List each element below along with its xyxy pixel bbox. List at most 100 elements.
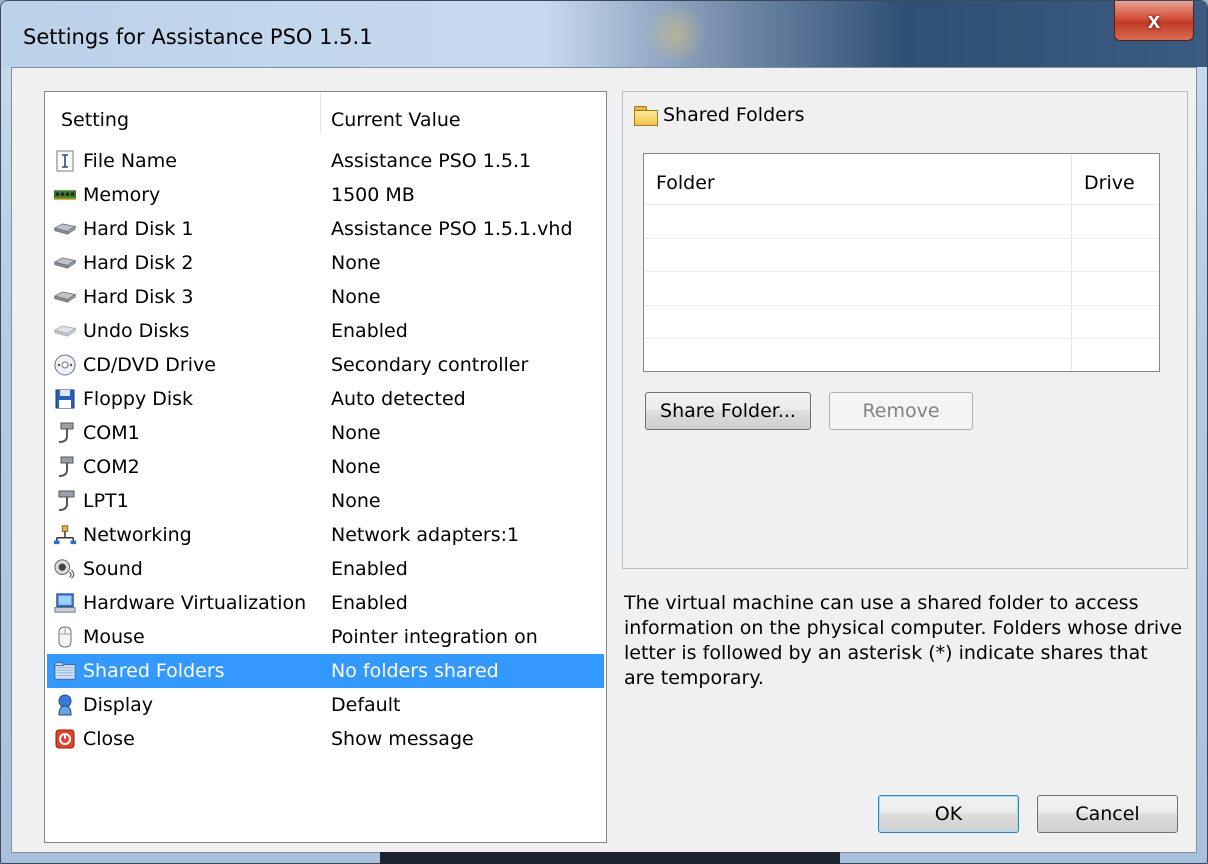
- dialog-client-area: Setting Current Value File Name Assistan…: [11, 67, 1197, 853]
- setting-value: None: [331, 252, 381, 274]
- undo-disks-icon: [54, 320, 76, 342]
- setting-label: Mouse: [83, 626, 145, 648]
- close-icon: x: [1147, 7, 1161, 33]
- setting-label: COM1: [83, 422, 140, 444]
- setting-label: Close: [83, 728, 135, 750]
- setting-value: None: [331, 456, 381, 478]
- settings-row-undo-disks[interactable]: Undo Disks Enabled: [47, 314, 604, 348]
- shared-folders-table[interactable]: Folder Drive: [643, 153, 1160, 372]
- settings-list-header: Setting Current Value: [45, 92, 606, 134]
- settings-row-mouse[interactable]: Mouse Pointer integration on: [47, 620, 604, 654]
- settings-row-lpt1[interactable]: LPT1 None: [47, 484, 604, 518]
- setting-value: Enabled: [331, 320, 408, 342]
- group-header: Shared Folders: [633, 104, 805, 126]
- hard-disk-icon: [54, 218, 76, 240]
- settings-row-com2[interactable]: COM2 None: [47, 450, 604, 484]
- setting-label: CD/DVD Drive: [83, 354, 216, 376]
- table-row: [644, 271, 1159, 272]
- setting-value: Show message: [331, 728, 474, 750]
- setting-label: LPT1: [83, 490, 129, 512]
- mouse-icon: [54, 626, 76, 648]
- hardware-virtualization-icon: [54, 592, 76, 614]
- close-button[interactable]: x: [1114, 1, 1194, 41]
- column-header-current-value[interactable]: Current Value: [331, 109, 461, 131]
- setting-value: 1500 MB: [331, 184, 415, 206]
- window-title: Settings for Assistance PSO 1.5.1: [23, 25, 373, 49]
- setting-value: Auto detected: [331, 388, 466, 410]
- hard-disk-icon: [54, 286, 76, 308]
- column-header-setting[interactable]: Setting: [61, 109, 129, 131]
- shared-folders-table-header: Folder Drive: [644, 154, 1159, 204]
- settings-row-hardware-virtualization[interactable]: Hardware Virtualization Enabled: [47, 586, 604, 620]
- folder-icon: [633, 105, 659, 126]
- setting-label: COM2: [83, 456, 140, 478]
- cd-dvd-icon: [54, 354, 76, 376]
- title-bar[interactable]: Settings for Assistance PSO 1.5.1 x: [1, 1, 1207, 67]
- title-bar-background-glow: [641, 7, 711, 61]
- group-title: Shared Folders: [663, 104, 805, 126]
- remove-button[interactable]: Remove: [829, 392, 973, 430]
- setting-label: Hard Disk 1: [83, 218, 194, 240]
- setting-label: File Name: [83, 150, 177, 172]
- setting-value: None: [331, 286, 381, 308]
- file-name-icon: [54, 150, 76, 172]
- settings-row-com1[interactable]: COM1 None: [47, 416, 604, 450]
- setting-value: Pointer integration on: [331, 626, 538, 648]
- share-folder-button[interactable]: Share Folder...: [645, 392, 811, 430]
- settings-list[interactable]: Setting Current Value File Name Assistan…: [44, 91, 607, 843]
- settings-row-hard-disk-3[interactable]: Hard Disk 3 None: [47, 280, 604, 314]
- cancel-button[interactable]: Cancel: [1037, 795, 1178, 833]
- settings-row-hard-disk-2[interactable]: Hard Disk 2 None: [47, 246, 604, 280]
- settings-row-close[interactable]: Close Show message: [47, 722, 604, 756]
- column-header-folder[interactable]: Folder: [656, 172, 715, 194]
- shared-folders-group: Shared Folders Folder Drive Share Folder…: [622, 91, 1188, 569]
- table-row: [644, 338, 1159, 339]
- desktop-taskbar-strip: [380, 852, 840, 864]
- setting-value: Secondary controller: [331, 354, 529, 376]
- serial-port-icon: [54, 456, 76, 478]
- setting-label: Memory: [83, 184, 161, 206]
- setting-value: Enabled: [331, 592, 408, 614]
- settings-row-file-name[interactable]: File Name Assistance PSO 1.5.1: [47, 144, 604, 178]
- setting-label: Networking: [83, 524, 192, 546]
- setting-value: No folders shared: [331, 660, 499, 682]
- table-row: [644, 305, 1159, 306]
- setting-value: None: [331, 422, 381, 444]
- sound-icon: [54, 558, 76, 580]
- settings-row-shared-folders[interactable]: Shared Folders No folders shared: [47, 654, 604, 688]
- setting-value: Enabled: [331, 558, 408, 580]
- memory-icon: [54, 184, 76, 206]
- settings-row-networking[interactable]: Networking Network adapters:1: [47, 518, 604, 552]
- table-row: [644, 238, 1159, 239]
- table-row: [644, 204, 1159, 205]
- column-header-drive[interactable]: Drive: [1084, 172, 1135, 194]
- hard-disk-icon: [54, 252, 76, 274]
- setting-label: Display: [83, 694, 154, 716]
- settings-row-cd-dvd-drive[interactable]: CD/DVD Drive Secondary controller: [47, 348, 604, 382]
- setting-value: Default: [331, 694, 401, 716]
- setting-value: Network adapters:1: [331, 524, 520, 546]
- settings-row-memory[interactable]: Memory 1500 MB: [47, 178, 604, 212]
- floppy-disk-icon: [54, 388, 76, 410]
- shared-folders-description: The virtual machine can use a shared fol…: [624, 592, 1183, 689]
- setting-label: Hardware Virtualization: [83, 592, 307, 614]
- parallel-port-icon: [54, 490, 76, 512]
- column-divider[interactable]: [320, 92, 321, 134]
- setting-label: Shared Folders: [83, 660, 225, 682]
- display-icon: [54, 694, 76, 716]
- settings-row-floppy-disk[interactable]: Floppy Disk Auto detected: [47, 382, 604, 416]
- networking-icon: [54, 524, 76, 546]
- setting-value: Assistance PSO 1.5.1.vhd: [331, 218, 573, 240]
- setting-label: Hard Disk 2: [83, 252, 194, 274]
- setting-label: Undo Disks: [83, 320, 190, 342]
- setting-value: None: [331, 490, 381, 512]
- shared-folders-icon: [54, 660, 76, 682]
- setting-label: Hard Disk 3: [83, 286, 194, 308]
- settings-row-sound[interactable]: Sound Enabled: [47, 552, 604, 586]
- settings-dialog: Settings for Assistance PSO 1.5.1 x Sett…: [0, 0, 1208, 864]
- ok-button[interactable]: OK: [878, 795, 1019, 833]
- setting-value: Assistance PSO 1.5.1: [331, 150, 532, 172]
- settings-row-display[interactable]: Display Default: [47, 688, 604, 722]
- settings-row-hard-disk-1[interactable]: Hard Disk 1 Assistance PSO 1.5.1.vhd: [47, 212, 604, 246]
- setting-label: Sound: [83, 558, 143, 580]
